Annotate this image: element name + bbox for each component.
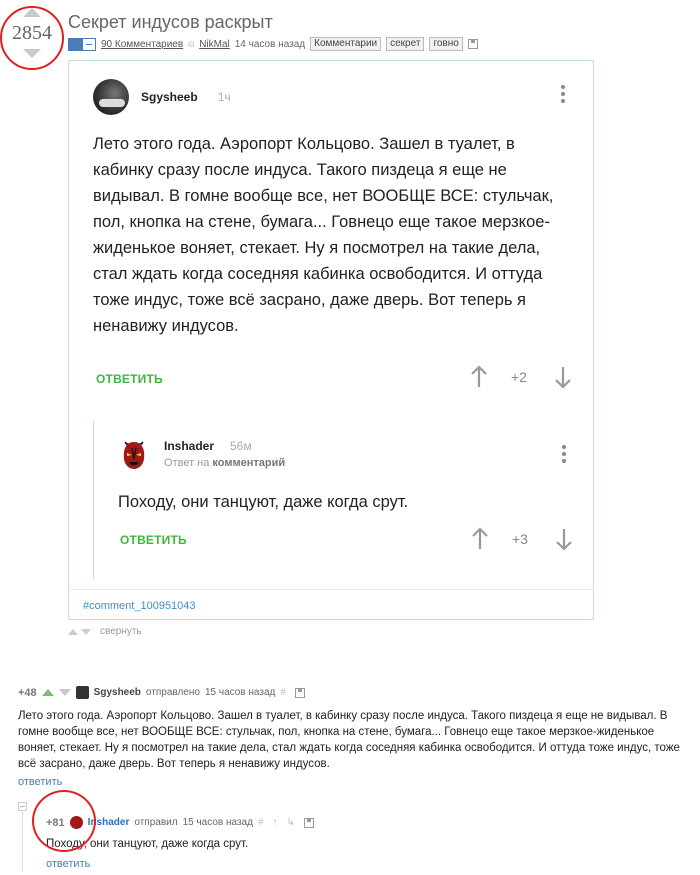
- card-footer: #comment_100951043: [69, 589, 593, 620]
- highlight-circle: [32, 790, 96, 852]
- tag[interactable]: Комментарии: [310, 37, 382, 51]
- reply-link[interactable]: ответить: [18, 776, 62, 788]
- save-icon[interactable]: [303, 817, 314, 828]
- reply-context-prefix: Ответ на: [164, 457, 210, 469]
- collapse-thread-icon[interactable]: [18, 802, 27, 811]
- upvote-icon[interactable]: [41, 689, 54, 696]
- highlight-circle: [0, 6, 64, 70]
- view-toggle[interactable]: [68, 37, 96, 51]
- comment-action: отправлено: [145, 687, 200, 698]
- link-icon[interactable]: #: [258, 817, 268, 828]
- save-icon[interactable]: [467, 39, 478, 49]
- avatar[interactable]: [75, 686, 89, 699]
- reply-body: Походу, они танцуют, даже когда срут.: [118, 493, 409, 511]
- reply-author[interactable]: Inshader: [164, 439, 214, 453]
- list-view-icon[interactable]: [69, 38, 82, 50]
- post-meta: 90 Комментариев ⍝ NikMal 14 часов назад …: [68, 37, 478, 51]
- reply-link[interactable]: ответить: [46, 858, 90, 870]
- collapse-view-icon[interactable]: [82, 38, 95, 50]
- arrow-down-icon[interactable]: [554, 527, 574, 551]
- avatar[interactable]: [118, 439, 150, 471]
- tag[interactable]: секрет: [386, 37, 425, 51]
- post-title[interactable]: Секрет индусов раскрыт: [68, 12, 273, 33]
- more-options-icon[interactable]: [562, 445, 566, 466]
- reply-context-link[interactable]: комментарий: [212, 457, 285, 469]
- comment-time: 15 часов назад: [204, 687, 276, 698]
- arrow-down-icon: [81, 628, 91, 635]
- vote-count: +2: [511, 369, 527, 385]
- card-time: 1ч: [217, 90, 231, 104]
- save-icon[interactable]: [294, 687, 305, 698]
- comment-permalink[interactable]: #comment_100951043: [83, 600, 196, 612]
- comment-score: +48: [18, 686, 37, 699]
- arrow-up-icon[interactable]: [470, 527, 490, 551]
- card-body: Лето этого года. Аэропорт Кольцово. Заше…: [93, 135, 554, 335]
- reply-context: Ответ на комментарий: [164, 457, 285, 469]
- collapse-label[interactable]: свернуть: [100, 626, 142, 637]
- comment-action: отправил: [134, 817, 178, 828]
- reply-button[interactable]: ОТВЕТИТЬ: [96, 372, 163, 386]
- collapse-toggle[interactable]: свернуть: [68, 626, 142, 637]
- branch-icon[interactable]: ↳: [287, 817, 299, 828]
- tag[interactable]: говно: [429, 37, 463, 51]
- comment-body: Лето этого года. Аэропорт Кольцово. Заше…: [18, 710, 680, 770]
- arrow-down-icon[interactable]: [553, 365, 573, 389]
- post-time: 14 часов назад: [234, 38, 306, 50]
- reply-time: 56м: [230, 439, 252, 453]
- parent-icon[interactable]: ↑: [273, 817, 282, 828]
- card-author[interactable]: Sgysheeb: [141, 90, 198, 104]
- link-icon[interactable]: #: [280, 687, 290, 698]
- comment-header: +48 Sgysheeb отправлено 15 часов назад #: [18, 686, 305, 699]
- reply-button[interactable]: ОТВЕТИТЬ: [120, 533, 187, 547]
- more-options-icon[interactable]: [561, 85, 565, 106]
- embedded-comment-card: Sgysheeb 1ч Лето этого года. Аэропорт Ко…: [68, 60, 594, 620]
- vote-count: +3: [512, 531, 528, 547]
- post-author[interactable]: NikMal: [199, 39, 230, 50]
- thread-line: [22, 812, 23, 872]
- card-header: Sgysheeb 1ч: [93, 79, 231, 115]
- comments-link[interactable]: 90 Комментариев: [101, 39, 183, 50]
- arrow-up-icon: [68, 628, 78, 635]
- user-icon: ⍝: [188, 38, 195, 50]
- avatar[interactable]: [93, 79, 129, 115]
- arrow-up-icon[interactable]: [469, 365, 489, 389]
- comment-time: 15 часов назад: [182, 817, 253, 828]
- downvote-icon[interactable]: [58, 689, 71, 696]
- comment-author[interactable]: Sgysheeb: [94, 687, 141, 698]
- nested-reply: Inshader 56м Ответ на комментарий Походу…: [93, 421, 573, 579]
